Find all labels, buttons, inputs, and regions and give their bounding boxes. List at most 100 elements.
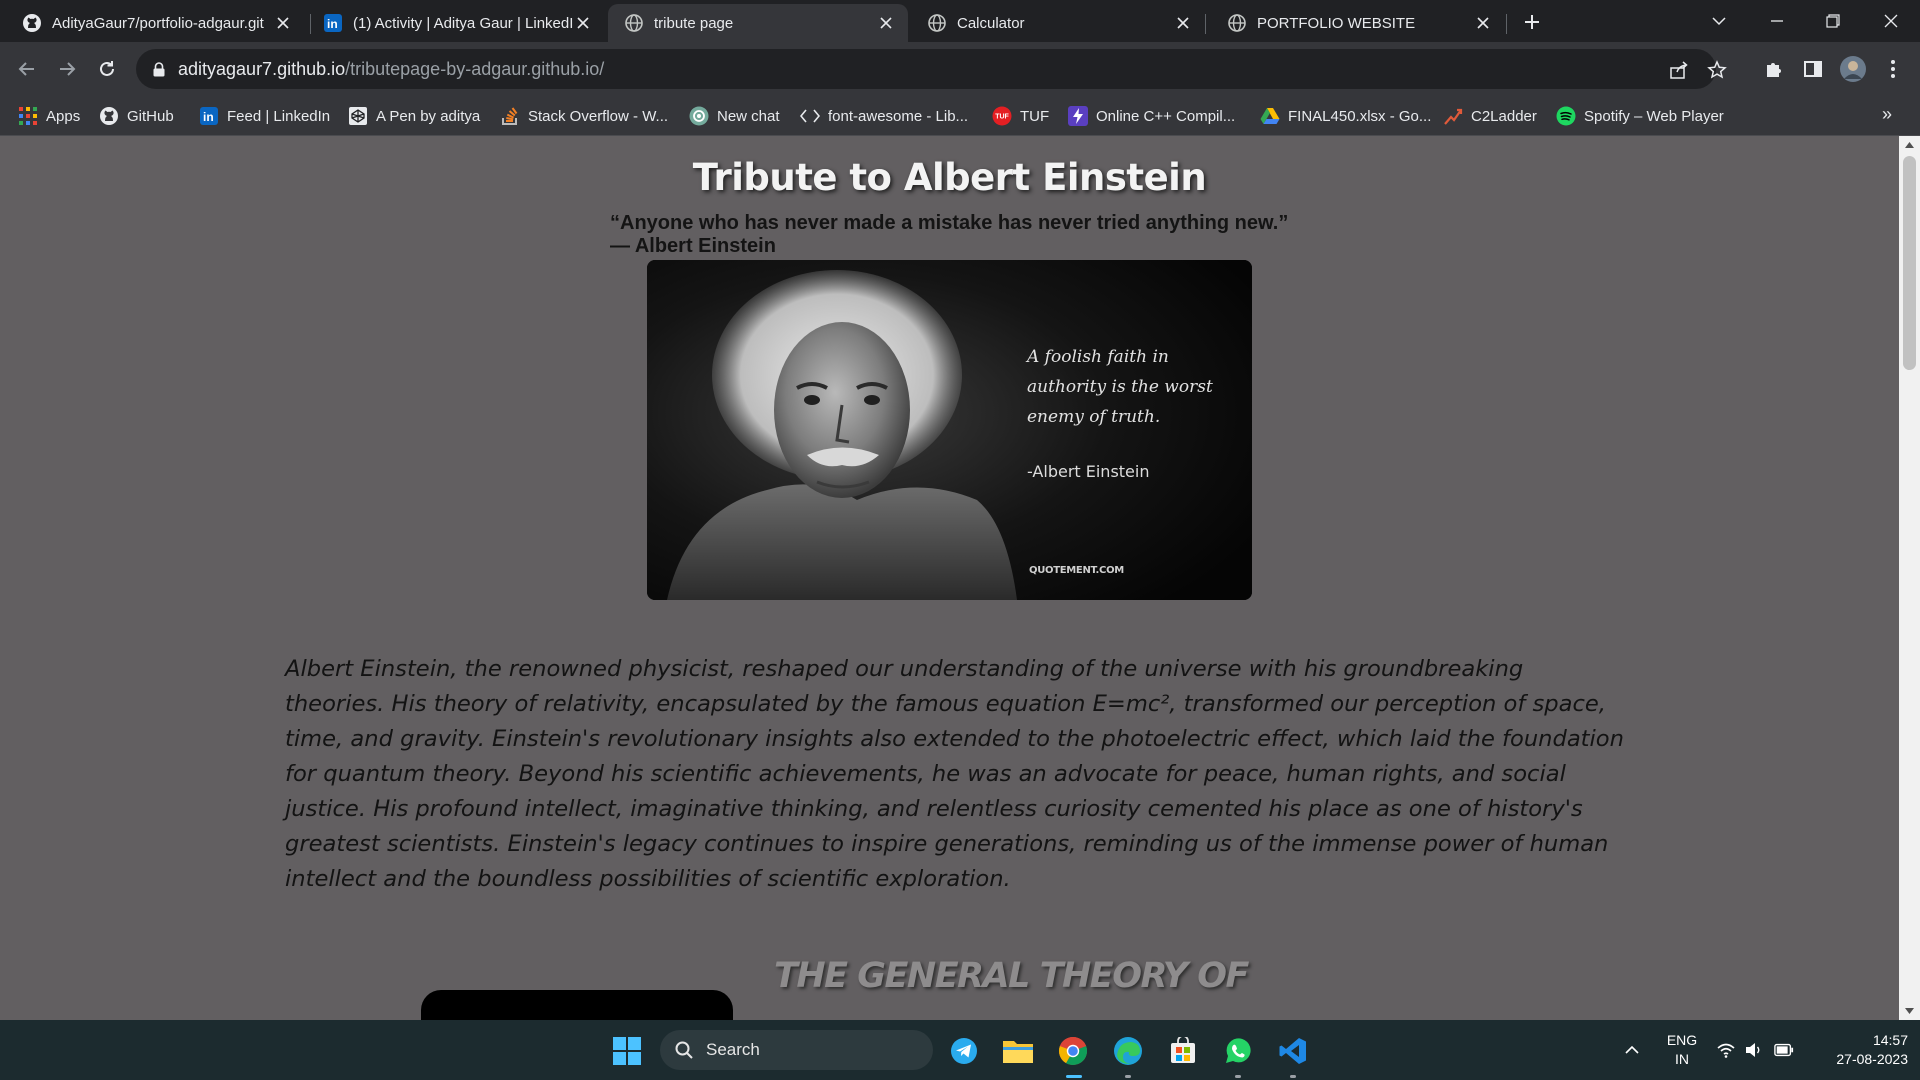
telegram-icon[interactable]: [946, 1033, 982, 1069]
clock[interactable]: 14:57 27-08-2023: [1808, 1031, 1908, 1069]
tab-title: Calculator: [957, 14, 1025, 32]
tab-strip: AdityaGaur7/portfolio-adgaur.git in (1) …: [0, 0, 1920, 42]
profile-avatar[interactable]: [1838, 54, 1868, 84]
bookmark-feed-linkedin[interactable]: in Feed | LinkedIn: [199, 104, 330, 128]
running-indicator: [1235, 1075, 1241, 1078]
chrome-menu-icon[interactable]: [1878, 54, 1908, 84]
bookmark-online-cpp-compiler[interactable]: Online C++ Compil...: [1068, 104, 1235, 128]
bookmark-codepen[interactable]: A Pen by aditya: [348, 104, 480, 128]
forward-button[interactable]: [52, 54, 82, 84]
close-icon[interactable]: [1173, 13, 1193, 33]
lock-icon[interactable]: [150, 60, 168, 78]
featured-quote: “Anyone who has never made a mistake has…: [610, 212, 1288, 258]
start-icon[interactable]: [609, 1033, 645, 1069]
vertical-scrollbar[interactable]: [1899, 136, 1920, 1020]
share-icon[interactable]: [1668, 59, 1690, 81]
tab-tribute-page[interactable]: tribute page: [608, 4, 908, 42]
bookmark-label: TUF: [1020, 107, 1050, 125]
embedded-video-block: [421, 990, 733, 1020]
taskbar-search-box[interactable]: Search: [660, 1030, 933, 1070]
bookmark-spotify[interactable]: Spotify – Web Player: [1556, 104, 1724, 128]
page-viewport: Tribute to Albert Einstein “Anyone who h…: [0, 136, 1899, 1020]
scroll-down-arrow-icon[interactable]: [1899, 1002, 1920, 1020]
chatgpt-icon: [689, 106, 709, 126]
back-button[interactable]: [12, 54, 42, 84]
codepen-icon: [348, 106, 368, 126]
close-icon[interactable]: [573, 13, 593, 33]
chrome-icon[interactable]: [1055, 1033, 1091, 1069]
bookmark-label: New chat: [717, 107, 780, 125]
minimize-button[interactable]: [1764, 8, 1790, 34]
bookmark-label: Feed | LinkedIn: [227, 107, 331, 125]
side-panel-icon[interactable]: [1798, 54, 1828, 84]
linkedin-icon: in: [323, 13, 343, 33]
spotify-icon: [1556, 106, 1576, 126]
vscode-icon[interactable]: [1275, 1033, 1311, 1069]
tab-title: tribute page: [654, 14, 734, 32]
bookmark-new-chat[interactable]: New chat: [689, 104, 780, 128]
url-text[interactable]: adityagaur7.github.io/tributepage-by-adg…: [178, 59, 604, 80]
bookmark-tuf[interactable]: TUF TUF: [992, 104, 1049, 128]
tab-title: PORTFOLIO WEBSITE: [1257, 14, 1416, 32]
bookmark-label: GitHub: [127, 107, 174, 125]
tab-calculator[interactable]: Calculator: [905, 4, 1205, 42]
show-hidden-icons-chevron-icon[interactable]: [1622, 1041, 1642, 1059]
language-line: ENG: [1666, 1032, 1698, 1048]
volume-icon[interactable]: [1744, 1041, 1764, 1059]
file-explorer-icon[interactable]: [1000, 1033, 1036, 1069]
tab-github[interactable]: AdityaGaur7/portfolio-adgaur.git: [0, 4, 305, 42]
running-indicator: [1290, 1075, 1296, 1078]
url-path: /tributepage-by-adgaur.github.io/: [345, 58, 605, 79]
bookmark-label: font-awesome - Lib...: [828, 107, 969, 125]
tab-title: AdityaGaur7/portfolio-adgaur.git: [52, 14, 264, 32]
apps-grid-icon: [18, 106, 38, 126]
wifi-icon[interactable]: [1716, 1041, 1736, 1059]
more-bookmarks-button[interactable]: »: [1882, 104, 1892, 125]
microsoft-store-icon[interactable]: [1165, 1033, 1201, 1069]
close-icon[interactable]: [876, 13, 896, 33]
tab-portfolio[interactable]: PORTFOLIO WEBSITE: [1205, 4, 1505, 42]
reload-button[interactable]: [92, 54, 122, 84]
scrollbar-thumb[interactable]: [1903, 156, 1916, 370]
bookmark-label: FINAL450.xlsx - Go...: [1288, 107, 1432, 125]
image-quote-line: A foolish faith in: [1027, 347, 1169, 367]
google-drive-icon: [1260, 106, 1280, 126]
globe-icon: [1227, 13, 1247, 33]
close-icon[interactable]: [273, 13, 293, 33]
page-title: Tribute to Albert Einstein: [692, 156, 1207, 199]
extensions-puzzle-icon[interactable]: [1758, 54, 1788, 84]
quote-author: — Albert Einstein: [610, 235, 776, 257]
svg-text:in: in: [327, 17, 338, 31]
language-indicator[interactable]: ENG IN: [1662, 1031, 1702, 1069]
bookmark-font-awesome[interactable]: font-awesome - Lib...: [800, 104, 968, 128]
browser-toolbar: adityagaur7.github.io/tributepage-by-adg…: [0, 42, 1920, 96]
bookmark-c2ladder[interactable]: C2Ladder: [1443, 104, 1537, 128]
bookmark-final450[interactable]: FINAL450.xlsx - Go...: [1260, 104, 1431, 128]
restore-button[interactable]: [1820, 8, 1846, 34]
scroll-up-arrow-icon[interactable]: [1899, 136, 1920, 154]
edge-icon[interactable]: [1110, 1033, 1146, 1069]
bookmark-github[interactable]: GitHub: [99, 104, 174, 128]
clock-time: 14:57: [1872, 1032, 1908, 1048]
bookmark-apps[interactable]: Apps: [18, 104, 80, 128]
bookmark-label: A Pen by aditya: [376, 107, 481, 125]
active-app-indicator: [1066, 1075, 1082, 1078]
tab-search-chevron-icon[interactable]: [1706, 8, 1732, 34]
address-bar[interactable]: adityagaur7.github.io/tributepage-by-adg…: [136, 49, 1727, 89]
bookmark-label: Apps: [46, 107, 81, 125]
tab-linkedin[interactable]: in (1) Activity | Aditya Gaur | LinkedIn: [305, 4, 605, 42]
search-icon: [674, 1040, 694, 1060]
bookmark-star-icon[interactable]: [1706, 59, 1728, 81]
image-quote: A foolish faith in authority is the wors…: [1027, 342, 1213, 432]
close-icon[interactable]: [1473, 13, 1493, 33]
close-window-button[interactable]: [1878, 8, 1904, 34]
github-icon: [22, 13, 42, 33]
bookmark-stackoverflow[interactable]: Stack Overflow - W...: [500, 104, 668, 128]
region-line: IN: [1675, 1051, 1689, 1067]
new-tab-button[interactable]: [1520, 10, 1544, 34]
svg-text:TUF: TUF: [995, 114, 1009, 121]
whatsapp-icon[interactable]: [1220, 1033, 1256, 1069]
github-icon: [99, 106, 119, 126]
battery-icon[interactable]: [1774, 1041, 1794, 1059]
globe-icon: [927, 13, 947, 33]
